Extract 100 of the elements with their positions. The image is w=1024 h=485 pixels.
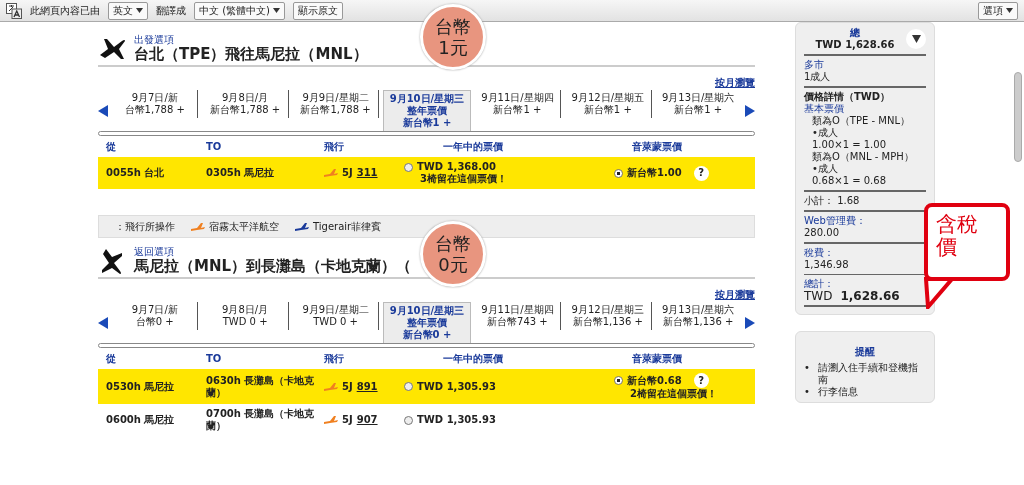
next-arrow-icon xyxy=(744,316,755,329)
language-dropdown[interactable]: 英文 xyxy=(108,1,148,20)
column-header: 從 xyxy=(105,140,117,154)
column-header: 音萊蒙票價 xyxy=(630,140,683,154)
month-view-link[interactable]: 按月瀏覽 xyxy=(715,77,755,88)
seats-left-note: 2椅留在這個票價！ xyxy=(629,388,718,400)
route-title: 馬尼拉（MNL）到長灘島（卡地克蘭）（ xyxy=(134,257,412,275)
fare-price: 新台幣0.68 xyxy=(627,374,682,387)
arrival-text: 0630h 長灘島（卡地克蘭） xyxy=(206,374,316,399)
column-header: TO xyxy=(205,140,223,154)
flight-number-link[interactable]: 311 xyxy=(356,167,378,179)
column-header: 音萊蒙票價 xyxy=(630,352,683,366)
trip-type: 多市 xyxy=(804,59,825,71)
fare-price: TWD 1,305.93 xyxy=(417,414,496,426)
bullet-text: • xyxy=(804,362,810,375)
subtotal-text: 小計： 1.68 xyxy=(804,195,861,207)
legend-label: ：飛行所操作 xyxy=(115,220,175,234)
plane-icon xyxy=(324,169,338,177)
language-dropdown[interactable]: 中文 (繁體中文) xyxy=(194,1,285,20)
fare-detail-text: •成人 xyxy=(811,163,839,175)
callout-tail xyxy=(924,277,954,309)
fare-detail-text: 類為O（MNL - MPH） xyxy=(811,151,915,163)
date-tab[interactable]: 9月13日/星期六 新台幣1,136 + xyxy=(655,302,741,330)
date-tab[interactable]: 9月7日/新 台幣0 + xyxy=(112,302,199,330)
caret-icon xyxy=(1006,8,1013,13)
reminder-item[interactable]: 請瀏入住手續和登機指南 xyxy=(817,362,926,386)
date-tab[interactable]: 9月11日/星期四 新台幣1 + xyxy=(474,90,562,118)
caret-icon xyxy=(273,8,280,13)
fare-detail-text: 類為O（TPE - MNL） xyxy=(811,115,911,127)
carrier-code: 5J xyxy=(342,167,353,179)
next-arrow-icon xyxy=(744,104,755,117)
fare-detail-text: 1.00×1 = 1.00 xyxy=(811,139,887,151)
column-header: 一年中的票價 xyxy=(442,352,504,366)
flight-row[interactable]: 0600h 馬尼拉 0700h 長灘島（卡地克蘭） 5J 907 TWD 1,305.93 xyxy=(98,404,755,436)
column-header: 一年中的票價 xyxy=(442,140,504,154)
options-dropdown[interactable]: 選項 xyxy=(978,1,1018,20)
flight-number-link[interactable]: 891 xyxy=(356,380,378,393)
previous-arrow-icon xyxy=(98,104,108,117)
caret-icon xyxy=(136,8,143,13)
plane-icon xyxy=(324,416,338,424)
fare-detail-text: •成人 xyxy=(811,127,839,139)
departure-text: 0055h 台北 xyxy=(106,167,166,179)
airline-name: 宿霧太平洋航空 xyxy=(209,220,279,234)
radio-button[interactable] xyxy=(614,376,623,385)
section-label: 出發選項 xyxy=(134,34,175,45)
airline-name: Tigerair菲律賓 xyxy=(313,220,382,234)
fee-label: 稅費： xyxy=(804,247,835,259)
radio-button[interactable] xyxy=(614,168,623,178)
show-original-button[interactable]: 顯示原文 xyxy=(293,1,343,20)
date-tab[interactable]: 9月9日/星期二 TWD 0 + xyxy=(292,302,380,330)
reminder-title: 提醒 xyxy=(854,346,876,358)
column-header: 飛行 xyxy=(323,352,345,366)
translate-icon xyxy=(6,2,22,19)
base-fare-label: 基本票價 xyxy=(804,103,845,115)
currency-text: TWD xyxy=(804,290,833,302)
date-tab[interactable]: 9月7日/新 台幣1,788 + xyxy=(112,90,199,118)
column-header: TO xyxy=(205,352,223,366)
dropdown-button[interactable] xyxy=(906,29,926,49)
summary-title: 總 xyxy=(849,27,861,39)
fee-value: 280.00 xyxy=(804,227,840,239)
section-label: 返回選項 xyxy=(134,246,175,257)
date-tab[interactable]: 9月12日/星期三 新台幣1,136 + xyxy=(565,302,652,330)
help-button[interactable]: ? xyxy=(693,165,709,181)
flight-row[interactable]: 0055h 台北 0305h 馬尼拉 5J 311 TWD 1,368.00 3椅留在這個票價！ 新台幣1.00 ? xyxy=(98,157,755,189)
date-tab[interactable]: 9月13日/星期六 新台幣1 + xyxy=(655,90,741,118)
flight-number-link[interactable]: 907 xyxy=(356,414,378,426)
month-view-link[interactable]: 按月瀏覽 xyxy=(715,289,755,300)
radio-button[interactable] xyxy=(404,382,413,391)
date-tab[interactable]: 9月9日/星期二 新台幣1,788 + xyxy=(292,90,380,118)
scrollbar-thumb[interactable] xyxy=(1014,72,1022,162)
radio-button[interactable] xyxy=(404,162,413,172)
column-header: 從 xyxy=(105,352,117,366)
caret-icon xyxy=(911,35,921,43)
date-tab[interactable]: 9月12日/星期五 新台幣1 + xyxy=(565,90,652,118)
carrier-code: 5J xyxy=(342,380,353,393)
date-tab[interactable]: 9月8日/月 新台幣1,788 + xyxy=(202,90,289,118)
arrival-text: 0305h 馬尼拉 xyxy=(206,167,276,179)
reminder-item[interactable]: 行李信息 xyxy=(817,386,858,398)
fare-detail-text: 0.68×1 = 0.68 xyxy=(811,175,887,187)
previous-arrow-icon xyxy=(98,316,108,329)
date-scroll-track[interactable] xyxy=(98,343,755,348)
help-button[interactable]: ? xyxy=(693,373,709,388)
date-scroll-track[interactable] xyxy=(98,131,755,136)
translate-label: 此網頁內容已由 xyxy=(30,4,100,18)
plane-icon xyxy=(324,382,338,391)
passenger-count: 1成人 xyxy=(804,71,832,83)
seats-left-note: 3椅留在這個票價！ xyxy=(419,173,508,185)
date-tab[interactable]: 9月10日/星期三 整年票價 新台幣1 + xyxy=(383,90,471,131)
bullet-text: • xyxy=(804,386,810,398)
flight-row[interactable]: 0530h 馬尼拉 0630h 長灘島（卡地克蘭） 5J 891 TWD 1,305.93 新台幣0.68 ? 2椅留在這個票價！ xyxy=(98,369,755,404)
radio-button[interactable] xyxy=(404,415,413,425)
total-amount: TWD 1,628.66 xyxy=(814,39,896,51)
price-details-title: 價格詳情（TWD） xyxy=(804,91,892,103)
date-tab[interactable]: 9月8日/月 TWD 0 + xyxy=(202,302,289,330)
date-tab[interactable]: 9月10日/星期三 整年票價 新台幣0 + xyxy=(383,302,471,343)
fee-label: Web管理費： xyxy=(804,215,867,227)
departure-text: 0600h 馬尼拉 xyxy=(106,414,176,426)
grand-total-label: 總計： xyxy=(804,278,835,290)
date-tab[interactable]: 9月11日/星期四 新台幣743 + xyxy=(474,302,562,330)
carrier-code: 5J xyxy=(342,414,353,426)
